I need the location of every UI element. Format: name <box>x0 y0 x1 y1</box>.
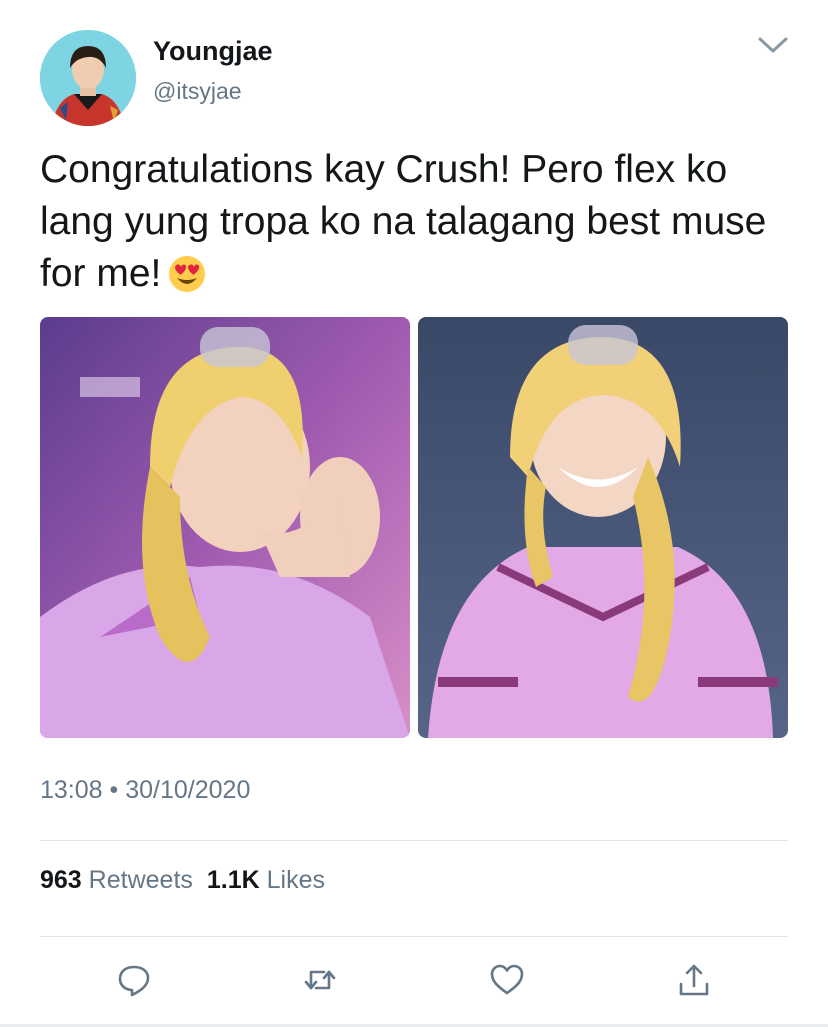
like-icon[interactable] <box>489 962 525 998</box>
likes-stat[interactable]: 1.1K Likes <box>207 866 325 894</box>
retweets-stat[interactable]: 963 Retweets <box>40 866 193 894</box>
tweet-text-block: Congratulations kay Crush! Pero flex ko … <box>40 144 800 308</box>
likes-count: 1.1K <box>206 866 260 894</box>
tweet-time: 13:08 <box>40 776 103 804</box>
divider <box>40 936 788 937</box>
media-photo-1[interactable] <box>40 317 410 738</box>
author-handle[interactable]: @itsyjae <box>153 78 242 105</box>
tweet-stats: 963 Retweets 1.1K Likes <box>40 866 325 895</box>
tweet-date: 30/10/2020 <box>125 776 251 804</box>
share-icon[interactable] <box>676 962 712 998</box>
reply-icon[interactable] <box>116 962 152 998</box>
avatar[interactable] <box>40 30 136 126</box>
retweet-icon[interactable] <box>302 962 338 998</box>
tweet-timestamp[interactable]: 13:08 • 30/10/2020 <box>40 776 250 805</box>
media-photo-2[interactable] <box>418 317 788 738</box>
divider <box>40 840 788 841</box>
likes-label: Likes <box>266 866 326 894</box>
heart-eyes-emoji-icon <box>167 254 207 308</box>
retweets-label: Retweets <box>88 866 193 894</box>
tweet-text: Congratulations kay Crush! Pero flex ko … <box>40 148 767 295</box>
meta-separator: • <box>109 776 119 804</box>
author-name[interactable]: Youngjae <box>153 36 273 67</box>
retweets-count: 963 <box>40 866 82 894</box>
chevron-down-icon[interactable] <box>756 34 790 56</box>
